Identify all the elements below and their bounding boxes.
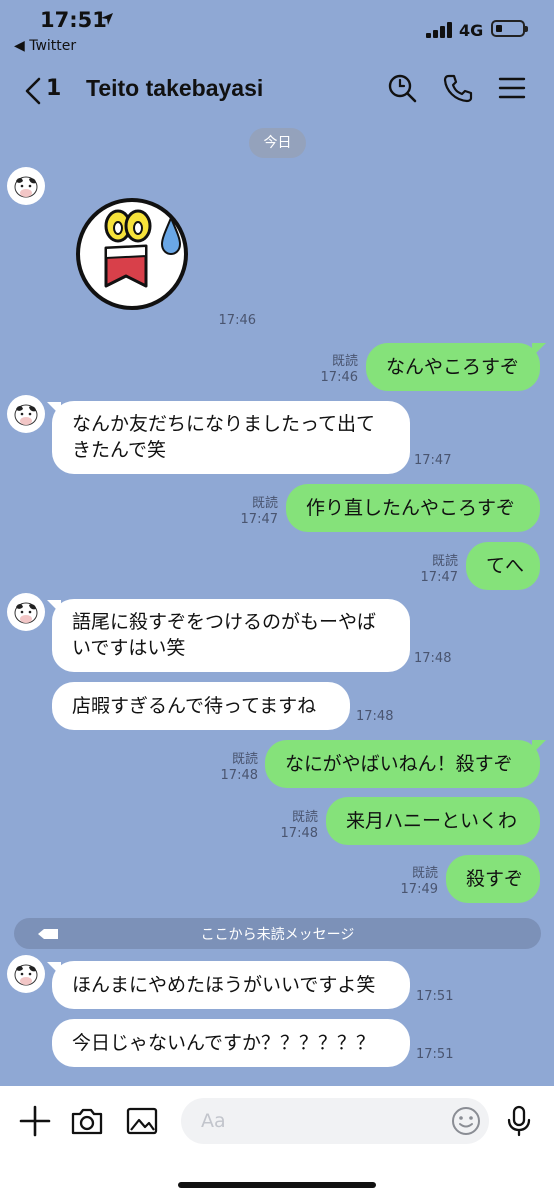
avatar[interactable] bbox=[7, 395, 45, 433]
message-bubble-out[interactable]: なにがやばいねん！殺すぞ bbox=[265, 740, 540, 788]
battery-icon bbox=[491, 20, 528, 37]
location-arrow-icon bbox=[101, 13, 113, 25]
message-line: 語尾に殺すぞをつけるのがもーやば bbox=[72, 611, 377, 633]
message-line: きたんで笑 bbox=[72, 439, 167, 461]
message-time: 17:51 bbox=[416, 1047, 454, 1062]
unread-count: 1 bbox=[46, 76, 62, 101]
chat-title: Teito takebayasi bbox=[86, 75, 264, 101]
message-line: いですはい笑 bbox=[72, 637, 186, 659]
unread-banner: ここから未読メッセージ bbox=[14, 918, 541, 949]
network-label: 4G bbox=[459, 21, 484, 40]
plus-icon[interactable] bbox=[18, 1104, 52, 1138]
emoji-icon[interactable] bbox=[449, 1104, 483, 1138]
camera-icon[interactable] bbox=[70, 1104, 104, 1138]
menu-icon[interactable] bbox=[497, 73, 527, 103]
sticker-scared-face[interactable] bbox=[74, 198, 194, 310]
message-bubble-out[interactable]: 殺すぞ bbox=[446, 855, 540, 903]
status-time: 17:51 bbox=[40, 8, 107, 32]
message-bubble-in[interactable]: 語尾に殺すぞをつけるのがもーやば いですはい笑 bbox=[52, 599, 410, 672]
message-bubble-out[interactable]: 来月ハニーといくわ bbox=[326, 797, 540, 845]
unread-banner-label: ここから未読メッセージ bbox=[200, 927, 355, 943]
message-input[interactable] bbox=[181, 1098, 489, 1144]
message-bubble-in[interactable]: ほんまにやめたほうがいいですよ笑 bbox=[52, 961, 410, 1009]
bubble-tail bbox=[532, 343, 546, 357]
read-receipt: 既読 17:49 bbox=[400, 866, 438, 897]
cow-avatar-icon bbox=[14, 176, 38, 198]
signal-icon bbox=[426, 22, 452, 38]
bubble-tail bbox=[532, 740, 546, 754]
cow-avatar-icon bbox=[14, 964, 38, 986]
message-bubble-out[interactable]: 作り直したんやころすぞ bbox=[286, 484, 540, 532]
image-icon[interactable] bbox=[125, 1104, 159, 1138]
read-receipt: 既読 17:48 bbox=[280, 810, 318, 841]
mic-icon[interactable] bbox=[502, 1104, 536, 1138]
message-time: 17:48 bbox=[356, 709, 394, 724]
avatar[interactable] bbox=[7, 955, 45, 993]
cow-avatar-icon bbox=[14, 602, 38, 624]
date-separator: 今日 bbox=[249, 128, 306, 158]
read-receipt: 既読 17:48 bbox=[220, 752, 258, 783]
message-time: 17:51 bbox=[416, 989, 454, 1004]
phone-icon[interactable] bbox=[443, 73, 473, 103]
cow-avatar-icon bbox=[14, 404, 38, 426]
home-indicator bbox=[178, 1182, 376, 1188]
message-line: なんか友だちになりましたって出て bbox=[72, 413, 376, 435]
message-bubble-out[interactable]: てへ bbox=[466, 542, 540, 590]
message-bubble-in[interactable]: なんか友だちになりましたって出て きたんで笑 bbox=[52, 401, 410, 474]
message-bubble-out[interactable]: なんやころすぞ bbox=[366, 343, 540, 391]
search-icon[interactable] bbox=[387, 73, 417, 103]
avatar[interactable] bbox=[7, 593, 45, 631]
status-back-link[interactable]: ◀ Twitter bbox=[14, 38, 76, 54]
message-time: 17:48 bbox=[414, 651, 452, 666]
message-time: 17:46 bbox=[218, 313, 256, 328]
message-time: 17:47 bbox=[414, 453, 452, 468]
read-receipt: 既読 17:47 bbox=[240, 496, 278, 527]
message-bubble-in[interactable]: 今日じゃないんですか？？？？？？ bbox=[52, 1019, 410, 1067]
read-receipt: 既読 17:46 bbox=[320, 354, 358, 385]
avatar[interactable] bbox=[7, 167, 45, 205]
read-receipt: 既読 17:47 bbox=[420, 554, 458, 585]
chevron-left-icon bbox=[25, 77, 41, 105]
message-bubble-in[interactable]: 店暇すぎるんで待ってますね bbox=[52, 682, 350, 730]
